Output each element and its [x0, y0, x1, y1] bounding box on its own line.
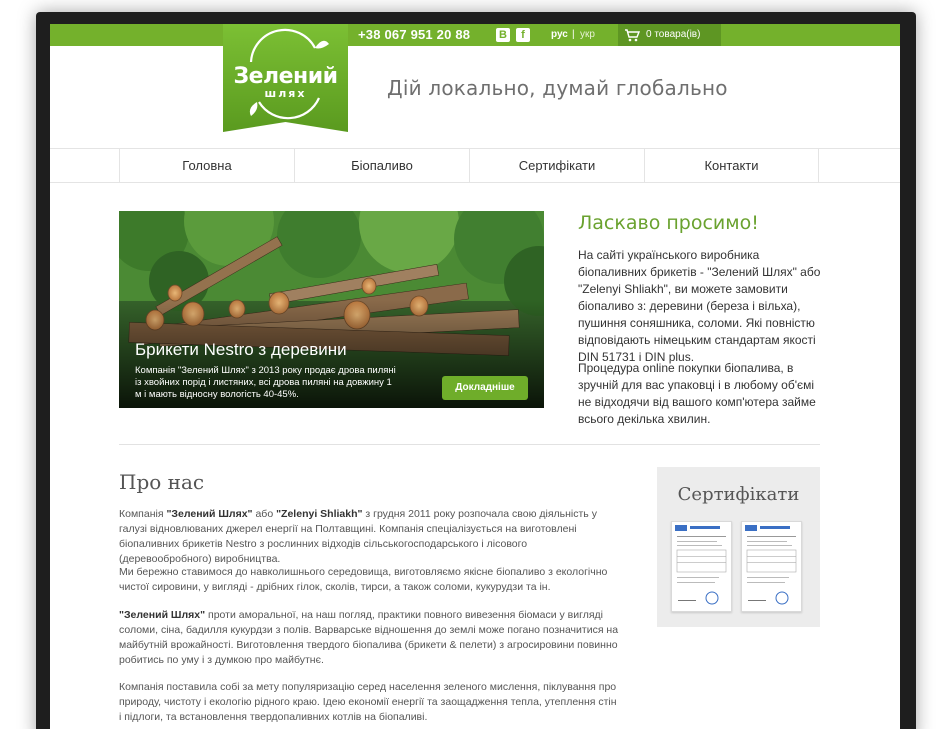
- lang-ua-link[interactable]: укр: [580, 29, 595, 40]
- hero-title: Брикети Nestro з деревини: [135, 340, 347, 359]
- logo-title: Зелений: [233, 64, 338, 89]
- more-button[interactable]: Докладніше: [442, 376, 528, 400]
- site-logo[interactable]: Зелений шлях: [223, 24, 348, 132]
- certificates-box: Сертифікати: [657, 467, 820, 627]
- nav-item-home[interactable]: Головна: [119, 149, 294, 182]
- about-paragraph-2: Ми бережно ставимося до навколишнього се…: [119, 566, 608, 593]
- welcome-paragraph-1: На сайті українського виробника біопалив…: [578, 248, 821, 364]
- nav-item-certificates[interactable]: Сертифікати: [469, 149, 644, 182]
- welcome-paragraph-2: Процедура online покупки біопалива, в зр…: [578, 361, 816, 426]
- cart-count: 0 товара(ів): [646, 29, 701, 40]
- about-paragraph-3: "Зелений Шлях" проти аморальної, на наш …: [119, 609, 619, 666]
- web-page: +38 067 951 20 88 В f рус | укр 0 товара…: [50, 24, 900, 729]
- nav-item-contacts[interactable]: Контакти: [644, 149, 819, 182]
- cart-button[interactable]: 0 товара(ів): [618, 24, 721, 46]
- nav-item-biofuel[interactable]: Біопаливо: [294, 149, 469, 182]
- about-title: Про нас: [119, 470, 205, 494]
- hero-banner: Брикети Nestro з деревини Компанія "Зеле…: [119, 211, 544, 408]
- certificate-thumbnail[interactable]: [671, 521, 732, 612]
- slogan: Дій локально, думай глобально: [387, 76, 728, 100]
- lang-ru-link[interactable]: рус: [551, 29, 568, 40]
- main-nav: Головна Біопаливо Сертифікати Контакти: [50, 148, 900, 183]
- logo-subtitle: шлях: [264, 87, 307, 100]
- lang-separator: |: [572, 29, 575, 40]
- certificate-thumbnail[interactable]: [741, 521, 802, 612]
- welcome-title: Ласкаво просимо!: [578, 212, 759, 234]
- hero-text: Компанія "Зелений Шлях" з 2013 року прод…: [135, 365, 396, 400]
- phone-number: +38 067 951 20 88: [358, 27, 471, 42]
- cart-icon: [625, 29, 640, 42]
- top-bar: +38 067 951 20 88 В f рус | укр 0 товара…: [50, 24, 900, 46]
- about-paragraph-4: Компанія поставила собі за мету популяри…: [119, 681, 617, 723]
- section-divider: [119, 444, 820, 445]
- vk-icon[interactable]: В: [496, 28, 510, 42]
- facebook-icon[interactable]: f: [516, 28, 530, 42]
- certificates-title: Сертифікати: [677, 484, 800, 505]
- about-paragraph-1: Компанія "Зелений Шлях" або "Zelenyi Shl…: [119, 508, 597, 565]
